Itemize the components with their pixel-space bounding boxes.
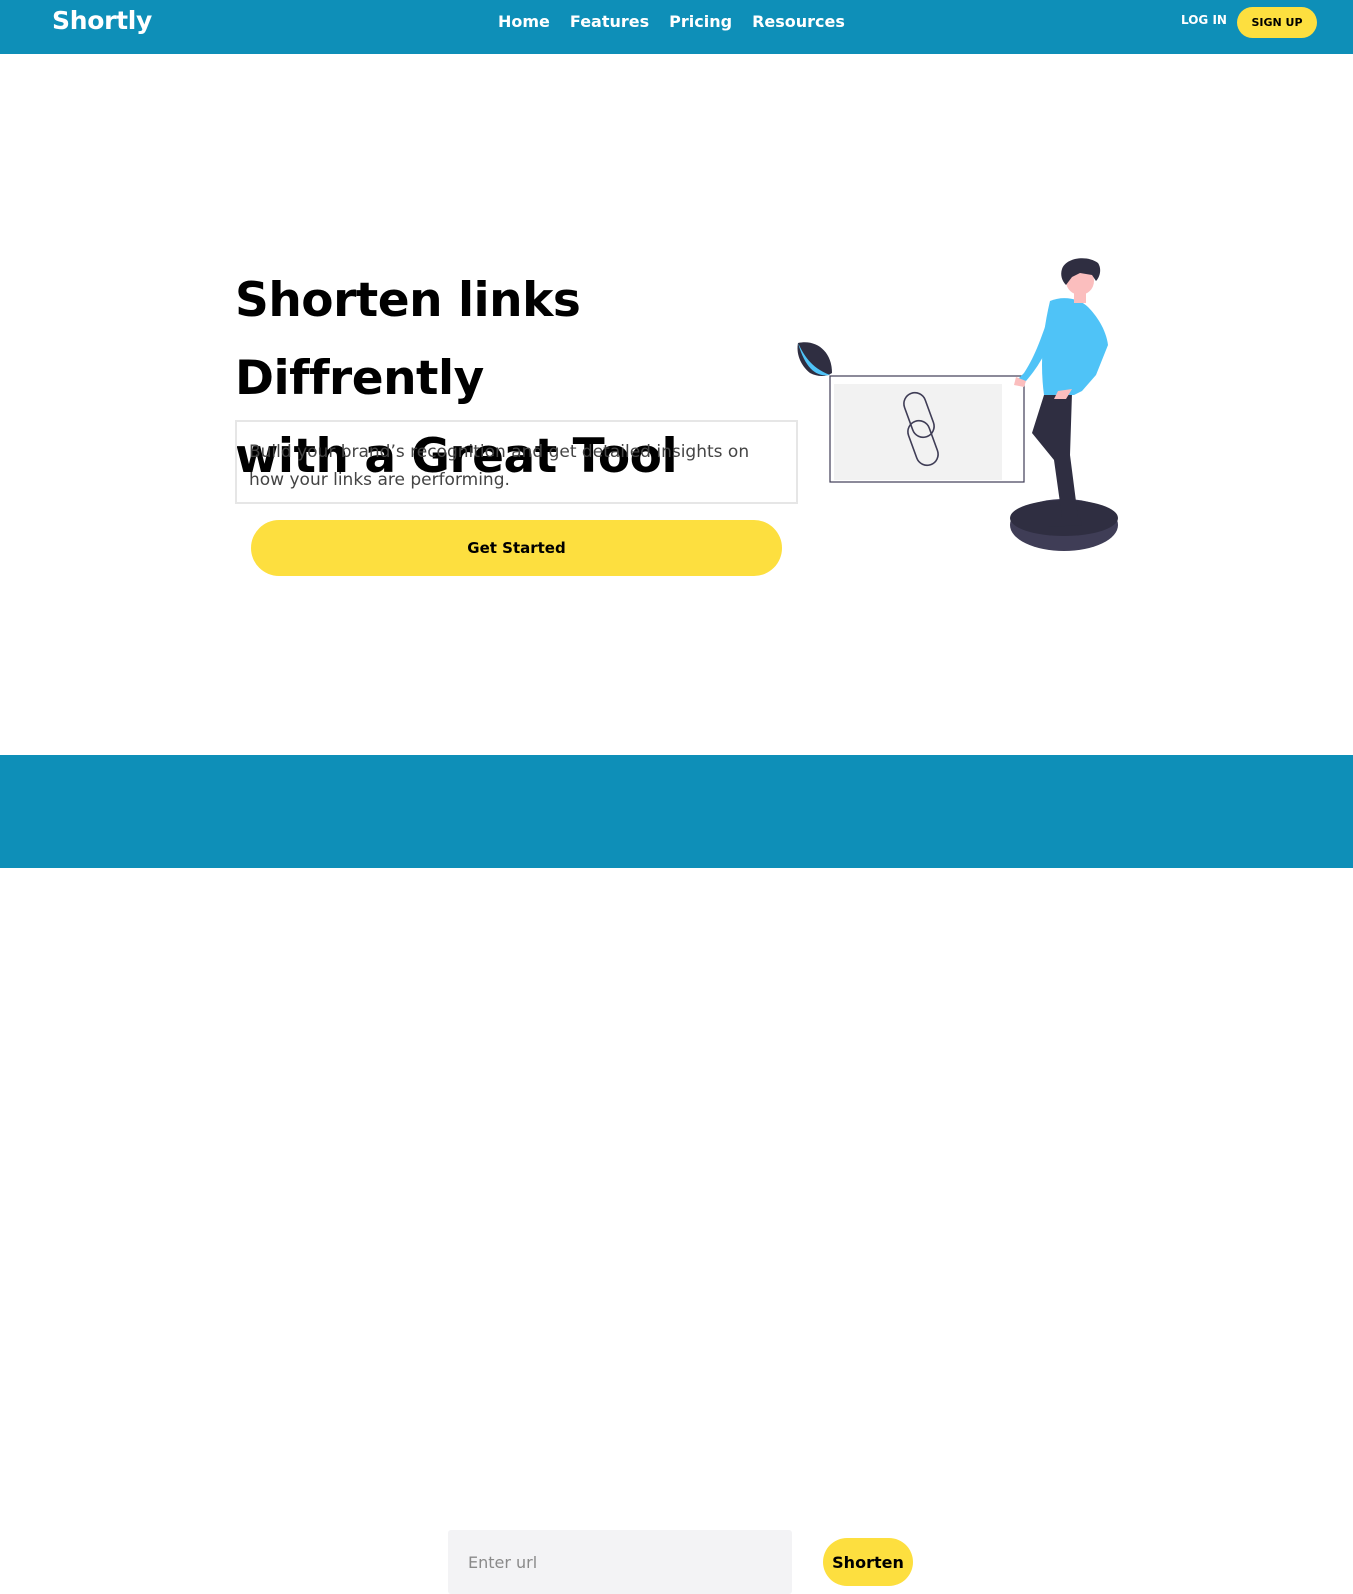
- url-shortener-bar: Shorten: [0, 755, 1353, 1594]
- top-navigation-bar: Shortly Home Features Pricing Resources …: [0, 0, 1353, 54]
- person-with-link-card-illustration: [797, 258, 1118, 551]
- hero-description: Build your brand’s recognition and get d…: [235, 420, 798, 504]
- get-started-button[interactable]: Get Started: [251, 520, 782, 576]
- person-neck: [1074, 291, 1086, 303]
- link-card-panel: [834, 384, 1002, 480]
- hero-title-line-1: Shorten links Diffrently: [235, 273, 581, 406]
- nav-home-link[interactable]: Home: [498, 12, 550, 31]
- main-nav: Home Features Pricing Resources: [498, 12, 845, 31]
- shorten-button[interactable]: Shorten: [823, 1538, 913, 1586]
- nav-resources-link[interactable]: Resources: [752, 12, 845, 31]
- person-torso: [1042, 298, 1108, 395]
- nav-features-link[interactable]: Features: [570, 12, 649, 31]
- brand-logo[interactable]: Shortly: [52, 6, 152, 35]
- nav-pricing-link[interactable]: Pricing: [669, 12, 732, 31]
- login-link[interactable]: LOG IN: [1181, 13, 1227, 27]
- signup-button[interactable]: SIGN UP: [1237, 7, 1317, 38]
- url-input[interactable]: [448, 1530, 792, 1594]
- person-legs: [1032, 393, 1078, 517]
